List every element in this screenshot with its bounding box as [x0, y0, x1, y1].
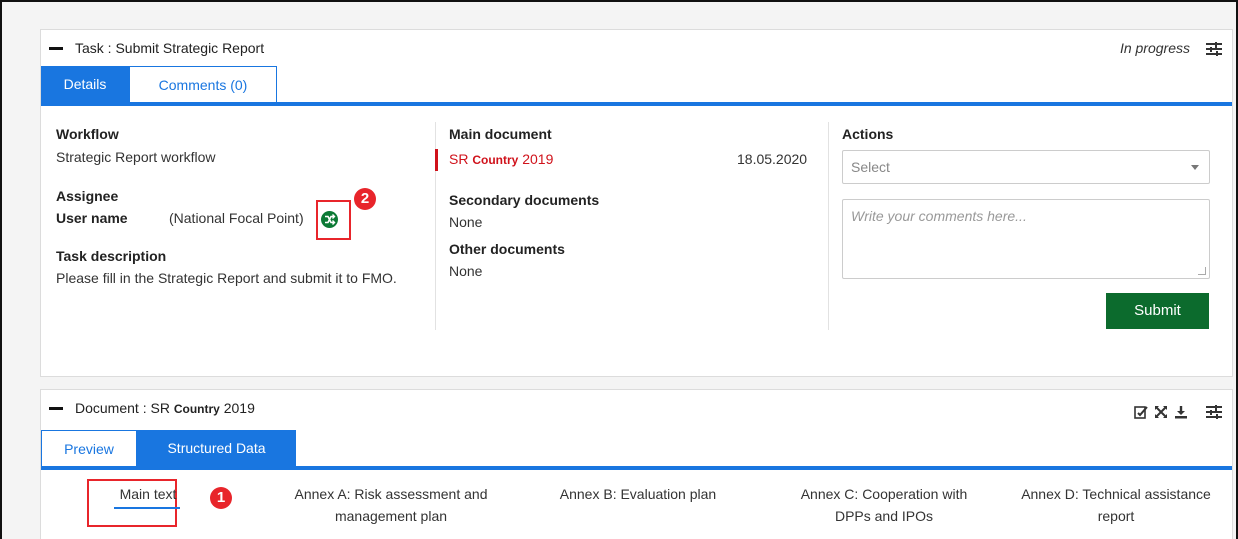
collapse-icon[interactable]: [49, 407, 63, 410]
subtab-annex-a-line2: management plan: [334, 508, 448, 524]
edit-document-icon[interactable]: [1134, 405, 1148, 419]
subtab-annex-b-label: Annex B: Evaluation plan: [559, 486, 717, 502]
tab-details[interactable]: Details: [41, 66, 129, 102]
subtab-main-text-label: Main text: [119, 486, 177, 502]
subtab-annex-c-line2: DPPs and IPOs: [834, 508, 934, 524]
document-panel-header: Document : SR Country 2019: [41, 390, 1232, 426]
expand-icon[interactable]: [1154, 405, 1168, 419]
main-document-date: 18.05.2020: [737, 151, 808, 167]
main-document-marker: [435, 149, 438, 171]
settings-sliders-icon[interactable]: [1206, 42, 1222, 56]
document-panel: Document : SR Country 2019 Preview Struc…: [40, 389, 1233, 539]
tab-comments[interactable]: Comments (0): [129, 66, 277, 102]
subtab-main-text[interactable]: Main text: [91, 483, 205, 505]
subtab-annex-a[interactable]: Annex A: Risk assessment and management …: [269, 483, 513, 527]
main-document-link[interactable]: SR Country 2019: [449, 151, 553, 167]
reassign-shuffle-icon[interactable]: [321, 211, 338, 228]
app-frame: Task : Submit Strategic Report In progre…: [0, 0, 1238, 539]
chevron-down-icon: [1191, 165, 1199, 170]
assignee-role: (National Focal Point): [169, 210, 304, 226]
secondary-documents-label: Secondary documents: [449, 192, 600, 208]
subtab-annex-a-line1: Annex A: Risk assessment and: [294, 486, 488, 502]
document-title: Document : SR Country 2019: [75, 400, 255, 416]
workflow-label: Workflow: [56, 126, 119, 142]
tab-underline: [41, 466, 1232, 470]
subtab-annex-b[interactable]: Annex B: Evaluation plan: [533, 483, 743, 505]
actions-label: Actions: [842, 126, 894, 142]
task-panel: Task : Submit Strategic Report In progre…: [40, 29, 1233, 377]
task-title: Task : Submit Strategic Report: [75, 40, 265, 56]
task-description-label: Task description: [56, 248, 167, 264]
tab-preview[interactable]: Preview: [41, 430, 137, 466]
tab-underline: [41, 102, 1232, 106]
subtab-annex-d-line1: Annex D: Technical assistance: [1021, 486, 1211, 502]
tab-structured-data[interactable]: Structured Data: [137, 430, 296, 466]
subtab-annex-c[interactable]: Annex C: Cooperation with DPPs and IPOs: [771, 483, 997, 527]
subtab-annex-c-line1: Annex C: Cooperation with: [800, 486, 968, 502]
main-document-label: Main document: [449, 126, 552, 142]
collapse-icon[interactable]: [49, 47, 63, 50]
actions-select[interactable]: Select: [842, 150, 1210, 184]
annotation-badge-1: 1: [210, 487, 232, 509]
comment-placeholder: Write your comments here...: [851, 208, 1027, 224]
secondary-documents-value: None: [449, 214, 483, 230]
column-divider-2: [828, 122, 829, 330]
subtab-annex-d[interactable]: Annex D: Technical assistance report: [1003, 483, 1229, 527]
workflow-value: Strategic Report workflow: [56, 149, 216, 165]
assignee-user: User name: [56, 210, 128, 226]
settings-sliders-icon[interactable]: [1206, 405, 1222, 419]
subtab-annex-d-line2: report: [1097, 508, 1135, 524]
task-panel-header: Task : Submit Strategic Report In progre…: [41, 30, 1232, 66]
comment-textarea[interactable]: Write your comments here...: [842, 199, 1210, 279]
annotation-badge-2: 2: [354, 188, 376, 210]
actions-select-value: Select: [851, 159, 890, 175]
submit-button[interactable]: Submit: [1106, 293, 1209, 329]
assignee-label: Assignee: [56, 188, 119, 204]
task-status: In progress: [1119, 40, 1190, 56]
other-documents-label: Other documents: [449, 241, 565, 257]
task-description-value: Please fill in the Strategic Report and …: [56, 270, 397, 286]
resize-handle[interactable]: [1198, 267, 1206, 275]
other-documents-value: None: [449, 263, 483, 279]
subtab-active-underline: [114, 507, 180, 509]
download-icon[interactable]: [1174, 405, 1188, 419]
